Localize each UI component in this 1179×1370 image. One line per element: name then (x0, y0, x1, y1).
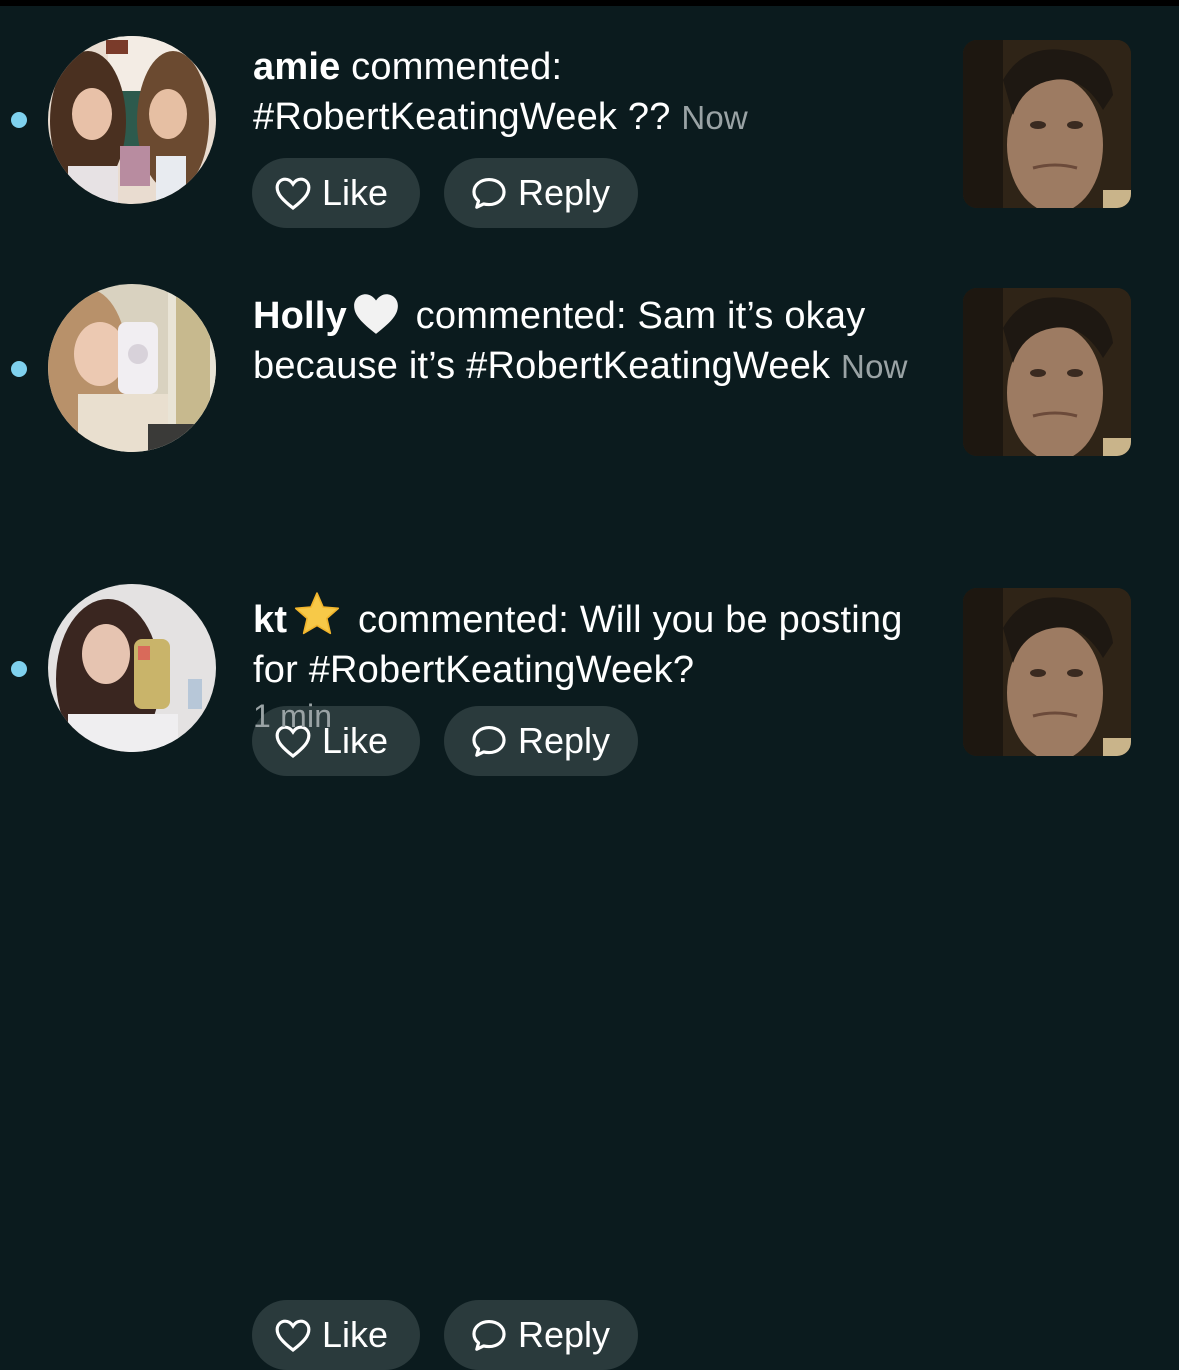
timestamp: 1 min (253, 698, 333, 734)
white-heart-icon (354, 294, 398, 334)
heart-outline-icon (275, 177, 311, 211)
activity-feed: amie commented: #RobertKeatingWeek ?? No… (0, 6, 1179, 1370)
like-label: Like (322, 172, 389, 213)
speech-bubble-icon (472, 177, 506, 209)
reply-button[interactable]: Reply (444, 1300, 638, 1370)
avatar[interactable] (48, 284, 216, 452)
reply-label: Reply (518, 1314, 611, 1355)
notification-text: Holly commented: Sam it’s okay because i… (253, 290, 933, 392)
notification-text: amie commented: #RobertKeatingWeek ?? No… (253, 42, 933, 143)
comment-text: #RobertKeatingWeek ?? (253, 96, 671, 138)
speech-bubble-icon (472, 1319, 506, 1351)
timestamp: Now (681, 99, 748, 136)
reply-label: Reply (518, 172, 611, 213)
username[interactable]: Holly (253, 295, 347, 337)
unread-indicator (11, 361, 27, 377)
heart-outline-icon (275, 1319, 311, 1353)
like-button[interactable]: Like (252, 158, 420, 228)
action-text: commented: (340, 46, 563, 88)
reply-button[interactable]: Reply (444, 158, 638, 228)
star-icon (295, 592, 340, 635)
username[interactable]: amie (253, 46, 340, 88)
post-thumbnail[interactable] (963, 40, 1131, 208)
avatar[interactable] (48, 584, 216, 752)
username[interactable]: kt (253, 599, 287, 641)
like-label: Like (322, 1314, 389, 1355)
notification-text: kt commented: Will you be posting for #R… (253, 590, 933, 737)
like-button[interactable]: Like (252, 1300, 420, 1370)
post-thumbnail[interactable] (963, 588, 1131, 756)
avatar[interactable] (48, 36, 216, 204)
unread-indicator (11, 112, 27, 128)
unread-indicator (11, 661, 27, 677)
post-thumbnail[interactable] (963, 288, 1131, 456)
action-text: commented: (404, 295, 638, 337)
timestamp: Now (841, 348, 908, 385)
action-text: commented: (347, 599, 580, 641)
